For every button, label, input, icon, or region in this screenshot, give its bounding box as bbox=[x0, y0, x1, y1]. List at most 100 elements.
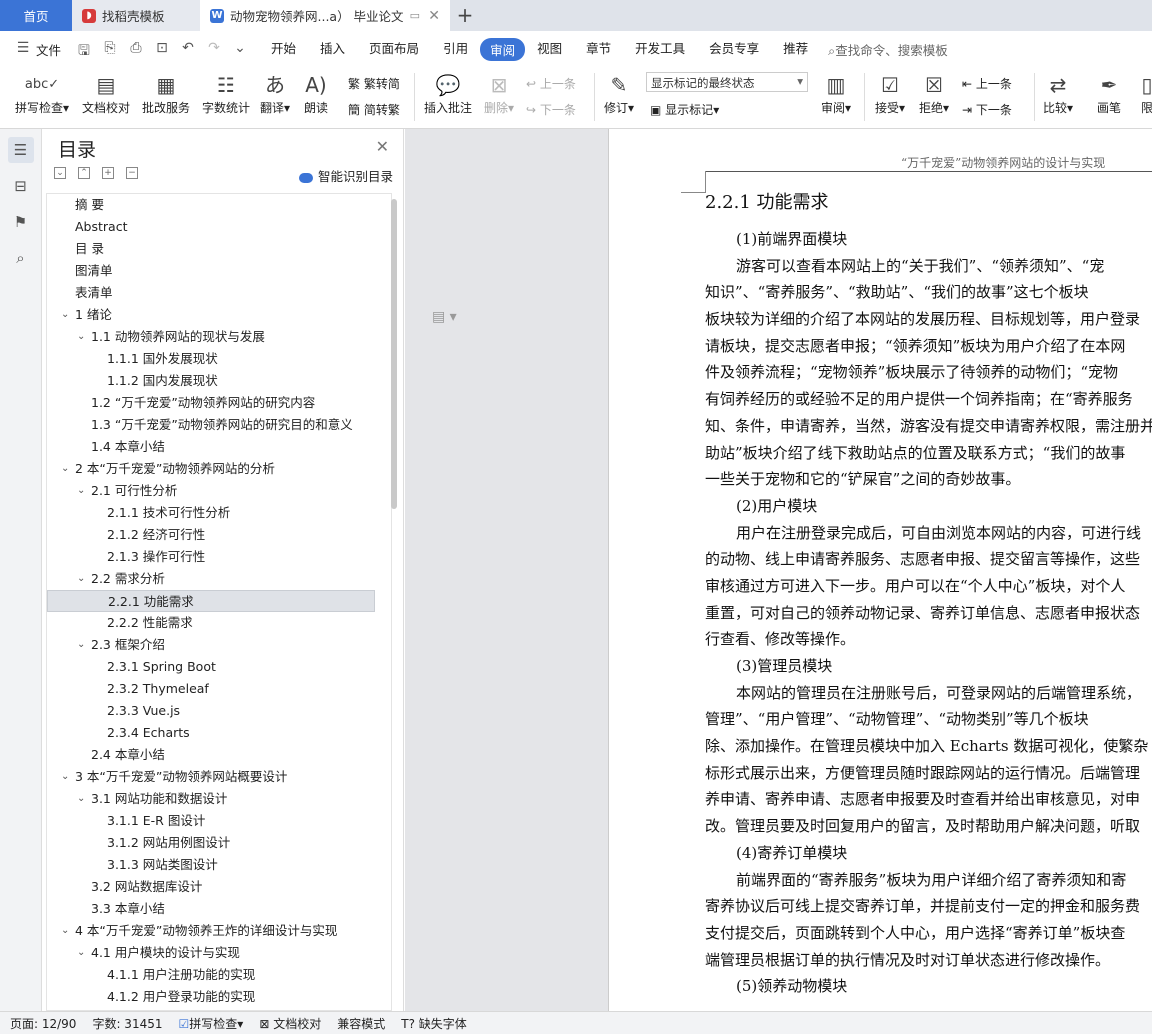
toc-item[interactable]: 1.4 本章小结 bbox=[47, 436, 391, 458]
prev-change-button[interactable]: ⇤ 上一条 bbox=[962, 75, 1012, 92]
review-pane-button[interactable]: ▥ 审阅▾ bbox=[818, 71, 854, 116]
doc-proof-button[interactable]: ▤ 文档校对 bbox=[80, 71, 132, 116]
export-icon[interactable]: ⎘ bbox=[101, 40, 119, 58]
toc-item[interactable]: ⌄ 4.1 用户模块的设计与实现 bbox=[47, 942, 391, 964]
bookmark-icon[interactable]: ⚑ bbox=[8, 209, 34, 235]
hamburger-menu-icon[interactable]: ☰ bbox=[14, 40, 32, 58]
trad-simp-button[interactable]: 繁 繁转简 bbox=[348, 75, 400, 92]
toc-item[interactable]: 2.2.2 性能需求 bbox=[47, 612, 391, 634]
menu-8[interactable]: 会员专享 bbox=[697, 38, 771, 61]
toc-item[interactable]: Abstract bbox=[47, 216, 391, 238]
toc-item[interactable]: 图清单 bbox=[47, 260, 391, 282]
toc-item[interactable]: 2.3.1 Spring Boot bbox=[47, 656, 391, 678]
toc-item[interactable]: 摘 要 bbox=[47, 194, 391, 216]
chevron-down-icon[interactable]: ⌄ bbox=[77, 634, 85, 656]
accept-button[interactable]: ☑ 接受▾ bbox=[872, 71, 908, 116]
toc-item[interactable]: 2.3.3 Vue.js bbox=[47, 700, 391, 722]
redo-icon[interactable]: ↷ bbox=[205, 40, 223, 58]
toc-item[interactable]: ⌄ 3.1 网站功能和数据设计 bbox=[47, 788, 391, 810]
tab-document[interactable]: W 动物宠物领养网...a） 毕业论文 ▭ ✕ bbox=[200, 0, 450, 31]
read-aloud-button[interactable]: A) 朗读 bbox=[302, 71, 330, 116]
nav-pane-icon[interactable]: ⊟ bbox=[8, 173, 34, 199]
prev-comment-button[interactable]: ↩ 上一条 bbox=[526, 75, 576, 92]
toc-item[interactable]: 2.2.1 功能需求 bbox=[47, 590, 375, 612]
toc-item[interactable]: 目 录 bbox=[47, 238, 391, 260]
restrict-button[interactable]: ▯ 限 bbox=[1140, 71, 1152, 116]
toc-item[interactable]: 2.4 本章小结 bbox=[47, 744, 391, 766]
smart-toc-button[interactable]: 智能识别目录 bbox=[298, 166, 393, 185]
missing-font[interactable]: T? 缺失字体 bbox=[401, 1015, 467, 1032]
restore-icon[interactable]: ▭ bbox=[410, 9, 420, 22]
toc-item[interactable]: ⌄ 1.1 动物领养网站的现状与发展 bbox=[47, 326, 391, 348]
toc-item[interactable]: 1.1.1 国外发展现状 bbox=[47, 348, 391, 370]
page-indicator[interactable]: 页面: 12/90 bbox=[10, 1015, 76, 1032]
toc-scrollbar[interactable] bbox=[391, 199, 397, 509]
toc-item[interactable]: 1.2 “万千宠爱”动物领养网站的研究内容 bbox=[47, 392, 391, 414]
simp-trad-button[interactable]: 簡 简转繁 bbox=[348, 101, 400, 118]
revise-service-button[interactable]: ▦ 批改服务 bbox=[140, 71, 192, 116]
comment-marker-icon[interactable]: ▤ ▾ bbox=[432, 309, 457, 325]
toc-item[interactable]: 表清单 bbox=[47, 282, 391, 304]
toc-item[interactable]: 2.1.2 经济可行性 bbox=[47, 524, 391, 546]
menu-3[interactable]: 引用 bbox=[431, 38, 480, 61]
expand-all-icon[interactable]: ⌃ bbox=[78, 167, 90, 179]
toc-item[interactable]: 3.1.1 E-R 图设计 bbox=[47, 810, 391, 832]
tab-home[interactable]: 首页 bbox=[0, 0, 72, 31]
collapse-all-icon[interactable]: ⌄ bbox=[54, 167, 66, 179]
tab-template[interactable]: ◗ 找稻壳模板 bbox=[72, 0, 200, 31]
command-search[interactable]: ⌕查找命令、搜索模板 bbox=[828, 40, 948, 59]
toc-item[interactable]: 1.3 “万千宠爱”动物领养网站的研究目的和意义 bbox=[47, 414, 391, 436]
file-menu[interactable]: 文件 bbox=[36, 40, 61, 59]
menu-5[interactable]: 视图 bbox=[525, 38, 574, 61]
reject-button[interactable]: ☒ 拒绝▾ bbox=[916, 71, 952, 116]
word-count-button[interactable]: ☷ 字数统计 bbox=[200, 71, 252, 116]
chevron-down-icon[interactable]: ⌄ bbox=[77, 568, 85, 590]
chevron-down-icon[interactable]: ⌄ bbox=[61, 920, 69, 942]
toc-item[interactable]: 2.3.4 Echarts bbox=[47, 722, 391, 744]
next-comment-button[interactable]: ↪ 下一条 bbox=[526, 101, 576, 118]
translate-button[interactable]: あ翻译▾ bbox=[258, 71, 292, 116]
toc-item[interactable]: ⌄ 2 本“万千宠爱”动物领养网站的分析 bbox=[47, 458, 391, 480]
proof-status[interactable]: ⊠ 文档校对 bbox=[259, 1015, 321, 1032]
toc-icon[interactable]: ☰ bbox=[7, 137, 34, 163]
toc-item[interactable]: ⌄ 2.3 框架介绍 bbox=[47, 634, 391, 656]
menu-1[interactable]: 插入 bbox=[308, 38, 357, 61]
markup-state-select[interactable]: 显示标记的最终状态 bbox=[646, 72, 808, 92]
toc-item[interactable]: 3.1.3 网站类图设计 bbox=[47, 854, 391, 876]
toc-item[interactable]: 4.1.1 用户注册功能的实现 bbox=[47, 964, 391, 986]
preview-icon[interactable]: ⊡ bbox=[153, 40, 171, 58]
toc-item[interactable]: 3.3 本章小结 bbox=[47, 898, 391, 920]
menu-6[interactable]: 章节 bbox=[574, 38, 623, 61]
more-chevron-icon[interactable]: ⌄ bbox=[231, 40, 249, 58]
toc-item[interactable]: 2.1.3 操作可行性 bbox=[47, 546, 391, 568]
menu-9[interactable]: 推荐 bbox=[771, 38, 820, 61]
undo-icon[interactable]: ↶ bbox=[179, 40, 197, 58]
search-icon[interactable]: ⌕ bbox=[8, 245, 34, 271]
chevron-down-icon[interactable]: ⌄ bbox=[77, 942, 85, 964]
menu-2[interactable]: 页面布局 bbox=[357, 38, 431, 61]
toc-item[interactable]: ⌄ 4 本“万千宠爱”动物领养王炸的详细设计与实现 bbox=[47, 920, 391, 942]
toc-item[interactable]: 2.3.2 Thymeleaf bbox=[47, 678, 391, 700]
menu-0[interactable]: 开始 bbox=[259, 38, 308, 61]
chevron-down-icon[interactable]: ⌄ bbox=[61, 458, 69, 480]
toc-item[interactable]: ⌄ 3 本“万千宠爱”动物领养网站概要设计 bbox=[47, 766, 391, 788]
track-changes-button[interactable]: ✎ 修订▾ bbox=[602, 71, 636, 116]
toc-item[interactable]: 3.2 网站数据库设计 bbox=[47, 876, 391, 898]
spell-check-button[interactable]: abc✓ 拼写检查▾ bbox=[12, 71, 72, 116]
new-tab-button[interactable]: + bbox=[450, 0, 480, 31]
toc-item[interactable]: 3.1.2 网站用例图设计 bbox=[47, 832, 391, 854]
chevron-down-icon[interactable]: ⌄ bbox=[77, 480, 85, 502]
toc-item[interactable]: ⌄ 2.2 需求分析 bbox=[47, 568, 391, 590]
spell-check-toggle[interactable]: ☑拼写检查▾ bbox=[179, 1015, 244, 1032]
remove-level-icon[interactable]: − bbox=[126, 167, 138, 179]
toc-item[interactable]: 1.1.2 国内发展现状 bbox=[47, 370, 391, 392]
toc-item[interactable]: 4.1.2 用户登录功能的实现 bbox=[47, 986, 391, 1008]
chevron-down-icon[interactable]: ⌄ bbox=[61, 304, 69, 326]
close-tab-icon[interactable]: ✕ bbox=[428, 8, 440, 24]
toc-item[interactable]: 2.1.1 技术可行性分析 bbox=[47, 502, 391, 524]
next-change-button[interactable]: ⇥ 下一条 bbox=[962, 101, 1012, 118]
chevron-down-icon[interactable]: ⌄ bbox=[77, 326, 85, 348]
compare-button[interactable]: ⇄ 比较▾ bbox=[1040, 71, 1076, 116]
print-icon[interactable]: ⎙ bbox=[127, 40, 145, 58]
delete-comment-button[interactable]: ⊠ 删除▾ bbox=[482, 71, 516, 116]
